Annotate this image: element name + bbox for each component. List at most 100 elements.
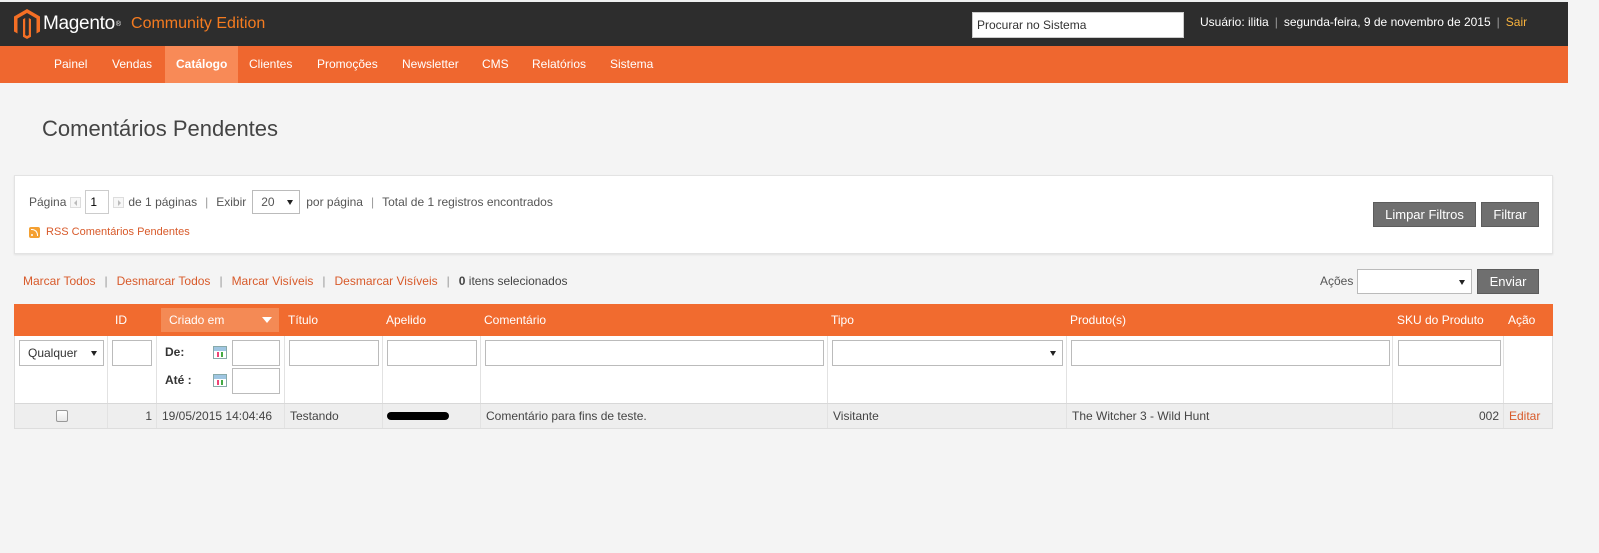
separator: | [446, 274, 450, 288]
table-row[interactable]: 1 19/05/2015 14:04:46 Testando Comentári… [14, 403, 1553, 429]
column-divider [1503, 404, 1504, 428]
chevron-down-icon [91, 351, 97, 356]
column-header-sku[interactable]: SKU do Produto [1393, 304, 1484, 336]
edition-label: Community Edition [131, 15, 266, 32]
nav-item-clientes[interactable]: Clientes [238, 46, 303, 83]
column-header-nickname[interactable]: Apelido [382, 304, 426, 336]
nav-item-sistema[interactable]: Sistema [599, 46, 664, 83]
nav-item-newsletter[interactable]: Newsletter [391, 46, 470, 83]
page-title: Comentários Pendentes [42, 116, 279, 141]
title-filter-input[interactable] [289, 340, 379, 366]
date-to-label: Até : [165, 373, 192, 387]
column-divider [827, 404, 828, 428]
calendar-icon[interactable] [213, 346, 227, 359]
column-header-title[interactable]: Título [284, 304, 318, 336]
prev-page-icon[interactable] [70, 196, 82, 208]
massaction-filter-value: Qualquer [28, 346, 78, 360]
id-filter-input[interactable] [112, 340, 152, 366]
separator: | [322, 274, 326, 288]
column-header-products[interactable]: Produto(s) [1066, 304, 1126, 336]
column-divider [284, 404, 285, 428]
column-header-action: Ação [1508, 313, 1536, 327]
column-divider [156, 336, 157, 403]
user-label: Usuário: ilitia [1200, 15, 1269, 29]
date-from-input[interactable] [232, 340, 280, 366]
unselect-visible-link[interactable]: Desmarcar Visíveis [334, 274, 437, 288]
nav-item-relatorios[interactable]: Relatórios [521, 46, 597, 83]
comment-filter-input[interactable] [485, 340, 824, 366]
nickname-filter-input[interactable] [387, 340, 477, 366]
chevron-down-icon [1050, 351, 1056, 356]
nav-item-vendas[interactable]: Vendas [101, 46, 163, 83]
date-from-label: De: [165, 345, 185, 359]
column-header-created-label: Criado em [169, 313, 225, 327]
submit-massaction-button[interactable]: Enviar [1477, 269, 1539, 294]
next-page-icon[interactable] [113, 196, 125, 208]
column-divider [1392, 336, 1393, 403]
chevron-down-icon [287, 200, 294, 205]
massaction-bar: Marcar Todos | Desmarcar Todos | Marcar … [23, 274, 568, 288]
page-limit-select[interactable]: 20 [252, 190, 301, 214]
column-divider [480, 336, 481, 403]
column-header-type[interactable]: Tipo [827, 304, 854, 336]
separator: | [205, 195, 209, 209]
cell-created: 19/05/2015 14:04:46 [162, 409, 273, 423]
product-filter-input[interactable] [1071, 340, 1390, 366]
grid-header: ID Criado em Título Apelido Comentário T… [14, 304, 1553, 336]
calendar-icon[interactable] [213, 374, 227, 387]
rss-link[interactable]: RSS Comentários Pendentes [46, 226, 190, 238]
separator: | [1274, 15, 1278, 29]
page-number-input[interactable] [85, 190, 110, 214]
cell-comment: Comentário para fins de teste. [486, 409, 647, 423]
row-checkbox[interactable] [56, 410, 68, 422]
current-date: segunda-feira, 9 de novembro de 2015 [1283, 15, 1491, 29]
nav-item-promocoes[interactable]: Promoções [306, 46, 389, 83]
column-divider [1066, 404, 1067, 428]
cell-sku: 002 [1478, 409, 1499, 423]
column-divider [480, 404, 481, 428]
page-limit-value: 20 [261, 195, 275, 209]
unselect-all-link[interactable]: Desmarcar Todos [117, 274, 211, 288]
show-label: Exibir [216, 195, 247, 209]
selected-count: 0 itens selecionados [459, 274, 568, 288]
column-divider [156, 404, 157, 428]
magento-logo[interactable]: Magento ® Community Edition [14, 8, 265, 40]
actions-select[interactable] [1357, 269, 1472, 294]
column-divider [1503, 336, 1504, 403]
chevron-down-icon [1459, 280, 1465, 285]
brand-name: Magento [43, 13, 115, 34]
rss-feed[interactable]: RSS Comentários Pendentes [29, 226, 190, 238]
column-header-comment[interactable]: Comentário [480, 304, 546, 336]
date-to-input[interactable] [232, 368, 280, 394]
column-divider [382, 336, 383, 403]
filter-button[interactable]: Filtrar [1481, 202, 1539, 227]
nav-item-painel[interactable]: Painel [43, 46, 98, 83]
logout-link[interactable]: Sair [1506, 15, 1527, 29]
nav-item-catalogo[interactable]: Catálogo [165, 46, 239, 83]
grid-pager-box: Página de 1 páginas | Exibir 20 por pági… [14, 175, 1553, 254]
reset-filters-button[interactable]: Limpar Filtros [1373, 202, 1476, 227]
sku-filter-input[interactable] [1398, 340, 1501, 366]
type-filter-select[interactable] [832, 340, 1063, 366]
column-header-created[interactable]: Criado em [161, 308, 279, 332]
magento-logo-icon [14, 9, 40, 39]
grid-filter-row: Qualquer De: Até : [14, 336, 1553, 403]
column-header-id[interactable]: ID [111, 304, 127, 336]
column-divider [1066, 336, 1067, 403]
cell-type: Visitante [833, 409, 879, 423]
edit-link[interactable]: Editar [1505, 404, 1540, 428]
massaction-filter-select[interactable]: Qualquer [19, 340, 104, 366]
total-pages: de 1 páginas [128, 195, 198, 209]
selected-count-suffix: itens selecionados [465, 274, 568, 288]
select-all-link[interactable]: Marcar Todos [23, 274, 95, 288]
redaction-bar [387, 412, 449, 420]
select-visible-link[interactable]: Marcar Visíveis [232, 274, 314, 288]
cell-title: Testando [290, 409, 339, 423]
per-page-label: por página [306, 195, 363, 209]
main-nav: Painel Vendas Catálogo Clientes Promoçõe… [0, 46, 1568, 83]
column-divider [284, 336, 285, 403]
brand-trademark: ® [115, 20, 122, 28]
cell-id: 1 [145, 409, 152, 423]
global-search-input[interactable] [972, 12, 1184, 38]
nav-item-cms[interactable]: CMS [471, 46, 520, 83]
